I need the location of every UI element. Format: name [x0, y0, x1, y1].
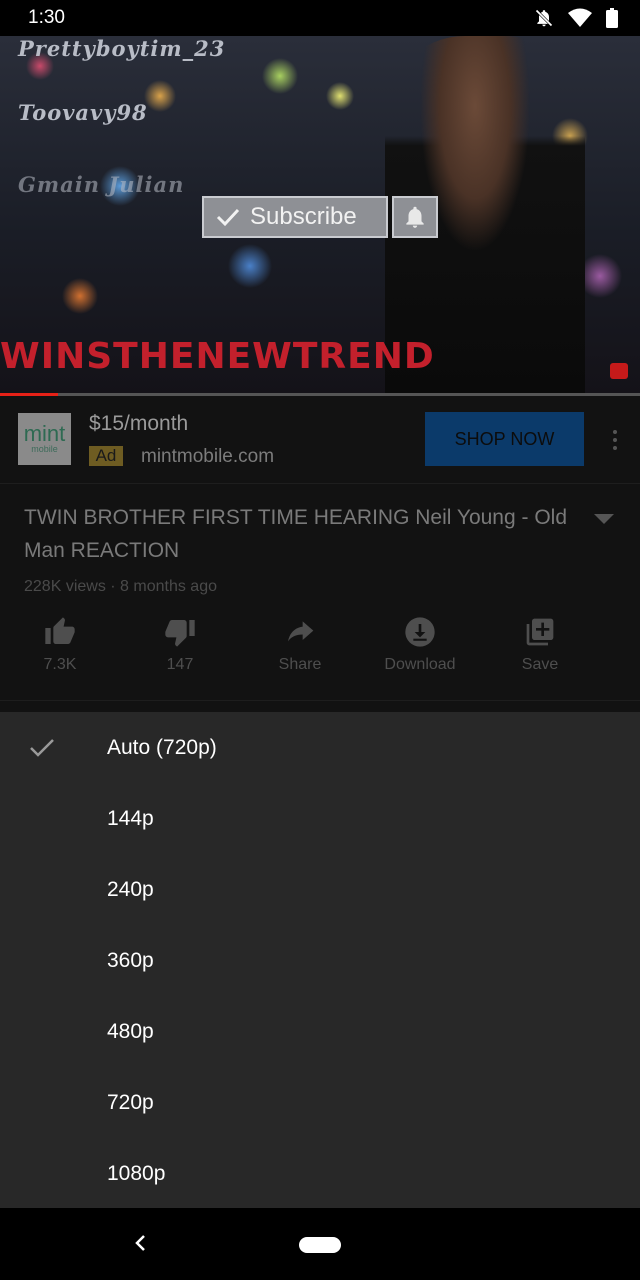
share-label: Share [278, 656, 322, 673]
video-subscribe-overlay: Subscribe [202, 196, 388, 238]
video-player[interactable]: Prettyboytim_23 Toovavy98 Gmain Julian S… [0, 36, 640, 396]
like-count: 7.3K [43, 656, 77, 673]
system-nav-bar [0, 1208, 640, 1280]
more-options-icon[interactable] [608, 426, 622, 454]
download-icon [405, 617, 435, 647]
share-button[interactable]: Share [240, 614, 360, 684]
dislike-button[interactable]: 147 [120, 614, 240, 684]
download-button[interactable]: Download [360, 614, 480, 684]
thumbs-down-icon [165, 620, 195, 647]
quality-option-label: 360p [107, 948, 154, 972]
quality-option-label: 480p [107, 1019, 154, 1043]
video-overlay-name: Gmain Julian [18, 172, 185, 197]
thumbs-up-icon [45, 617, 75, 644]
video-overlay-name: Toovavy98 [18, 100, 148, 125]
advertiser-logo-text: mint [23, 421, 66, 446]
quality-option[interactable]: 240p [0, 854, 640, 925]
save-button[interactable]: Save [480, 614, 600, 684]
quality-option[interactable]: 360p [0, 925, 640, 996]
quality-option-label: 240p [107, 877, 154, 901]
advertiser-logo: mint mobile [18, 413, 71, 465]
video-overlay-name: Prettyboytim_23 [18, 36, 226, 61]
status-icons [534, 8, 618, 28]
ad-row[interactable]: mint mobile $15/month Ad mintmobile.com … [0, 396, 640, 484]
quality-option[interactable]: Auto (720p) [0, 712, 640, 783]
status-bar: 1:30 [0, 0, 640, 36]
watch-page-content: mint mobile $15/month Ad mintmobile.com … [0, 396, 640, 712]
notifications-off-icon [535, 9, 553, 27]
back-icon[interactable] [130, 1232, 152, 1254]
video-title: TWIN BROTHER FIRST TIME HEARING Neil You… [24, 506, 568, 562]
video-banner-text: WINSTHENEWTREND [0, 336, 435, 377]
check-icon [216, 208, 240, 227]
advertiser-logo-subtext: mobile [31, 444, 58, 454]
section-divider [0, 700, 640, 701]
quality-option[interactable]: 480p [0, 996, 640, 1067]
battery-icon [606, 8, 618, 28]
quality-option-label: 1080p [107, 1161, 166, 1185]
expand-description-icon[interactable] [594, 514, 614, 526]
ad-domain: mintmobile.com [141, 446, 275, 467]
bell-icon [406, 206, 424, 228]
action-bar: 7.3K 147 Share Download Save [0, 614, 640, 684]
quality-option-label: Auto (720p) [107, 735, 217, 759]
like-button[interactable]: 7.3K [0, 614, 120, 684]
save-label: Save [521, 656, 559, 673]
quality-option[interactable]: 144p [0, 783, 640, 854]
shop-now-button[interactable]: SHOP NOW [425, 412, 584, 466]
ad-headline: $15/month [89, 412, 189, 435]
ad-badge: Ad [89, 446, 123, 466]
share-icon [288, 621, 314, 642]
video-bell-overlay [392, 196, 438, 238]
quality-option-label: 720p [107, 1090, 154, 1114]
quality-menu: Auto (720p) 144p 240p 360p 480p 720p 108… [0, 712, 640, 1208]
quality-option-label: 144p [107, 806, 154, 830]
quality-option[interactable]: 1080p [0, 1138, 640, 1209]
download-label: Download [384, 656, 456, 673]
dislike-count: 147 [166, 656, 194, 673]
check-icon [30, 738, 54, 757]
video-watermark-icon [610, 363, 628, 379]
home-pill-icon[interactable] [299, 1237, 341, 1253]
quality-option[interactable]: 720p [0, 1067, 640, 1138]
subscribe-overlay-label: Subscribe [250, 203, 357, 230]
status-time: 1:30 [28, 7, 65, 28]
add-to-playlist-icon [526, 618, 554, 646]
video-meta: 228K views · 8 months ago [24, 578, 217, 595]
wifi-icon [568, 8, 592, 27]
